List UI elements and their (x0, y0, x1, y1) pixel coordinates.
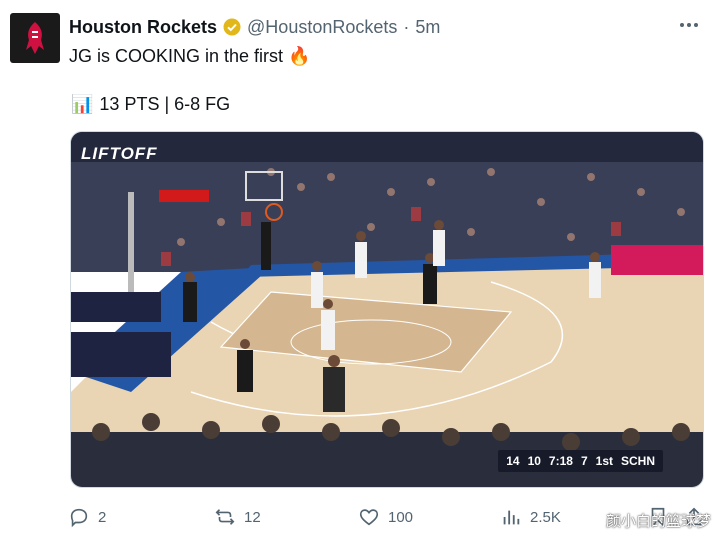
views-bar-chart-icon (503, 510, 520, 525)
tweet-header: Houston Rockets @HoustonRockets · 5m (69, 15, 669, 39)
retweet-icon (215, 509, 235, 525)
timestamp[interactable]: 5m (415, 17, 440, 38)
retweet-button[interactable]: 12 (214, 505, 261, 529)
tweet-text: JG is COOKING in the first 🔥 (69, 44, 310, 68)
video-media[interactable]: LIFTOFF 14 10 7:18 7 1st SCHN (70, 131, 704, 488)
retweet-count: 12 (244, 508, 261, 526)
fire-emoji-icon: 🔥 (288, 46, 311, 66)
separator: · (403, 16, 410, 37)
period: 1st (595, 454, 613, 468)
verified-badge-icon (223, 18, 241, 36)
game-video-frame (71, 132, 703, 487)
handle[interactable]: @HoustonRockets (247, 17, 397, 38)
reply-count: 2 (98, 508, 107, 526)
avatar[interactable] (10, 13, 60, 63)
network: SCHN (620, 454, 655, 468)
tweet-line: JG is COOKING in the first (69, 46, 284, 66)
like-button[interactable]: 100 (358, 505, 413, 529)
rockets-logo-icon (26, 22, 44, 54)
home-score: 14 (506, 454, 520, 468)
heart-icon (359, 509, 379, 526)
scorebug: 14 10 7:18 7 1st SCHN (498, 450, 663, 472)
bar-chart-emoji-icon: 📊 (71, 94, 94, 114)
away-score: 10 (527, 454, 541, 468)
reply-icon (70, 508, 88, 528)
reply-button[interactable]: 2 (68, 505, 106, 529)
liftoff-overlay: LIFTOFF (81, 144, 158, 163)
watermark: 颜小白的篮球梦 (605, 513, 711, 530)
stats-line: 📊 13 PTS | 6-8 FG (71, 92, 230, 116)
views-button[interactable]: 2.5K (500, 505, 561, 529)
like-count: 100 (388, 508, 414, 526)
stats-text: 13 PTS | 6-8 FG (99, 94, 231, 114)
more-options-icon[interactable] (677, 15, 701, 35)
shot-clock: 7 (580, 454, 588, 468)
views-count: 2.5K (530, 508, 561, 526)
game-clock: 7:18 (548, 454, 573, 468)
display-name[interactable]: Houston Rockets (69, 17, 217, 38)
